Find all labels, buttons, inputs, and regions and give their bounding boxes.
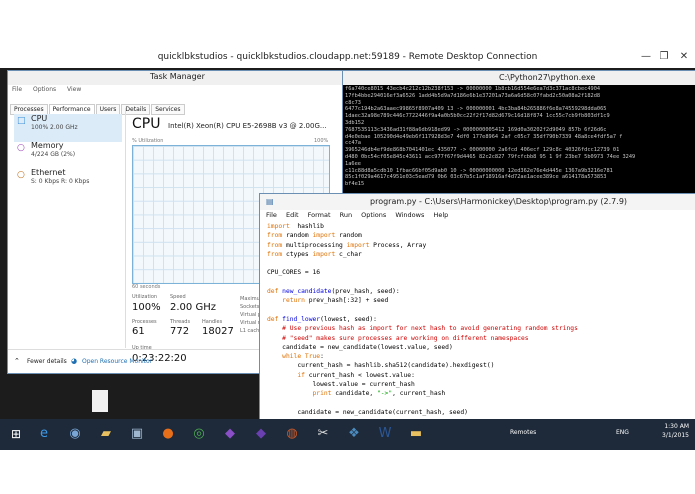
remotes-toolbar[interactable]: Remotes bbox=[510, 429, 536, 436]
menu-options[interactable]: Options bbox=[33, 86, 56, 93]
cpu-icon: □ bbox=[17, 116, 26, 126]
python-icon[interactable]: ❖ bbox=[342, 423, 366, 445]
idle-menu-file[interactable]: File bbox=[266, 211, 277, 219]
sidebar-item-memory[interactable]: ○ Memory 4/224 GB (2%) bbox=[14, 141, 122, 169]
explorer-icon[interactable]: ▰ bbox=[94, 423, 118, 445]
threads-label: Threads bbox=[170, 319, 191, 325]
sidebar-item-ethernet[interactable]: ○ Ethernet S: 0 Kbps R: 0 Kbps bbox=[14, 168, 122, 196]
network-icon[interactable]: ◉ bbox=[63, 423, 87, 445]
processes-value: 61 bbox=[132, 326, 145, 337]
idle-menu-windows[interactable]: Windows bbox=[395, 211, 424, 219]
memory-icon: ○ bbox=[17, 143, 25, 153]
clock-date: 3/1/2015 bbox=[662, 432, 689, 439]
word-icon[interactable]: W bbox=[373, 423, 397, 445]
ie-icon[interactable]: e bbox=[32, 423, 56, 445]
task-manager-title-bar: Task Manager bbox=[8, 71, 342, 85]
python-console-window: C:\Python27\python.exe f6a740ce8015 43ec… bbox=[342, 70, 695, 212]
idle-editor-window: ▤ program.py - C:\Users\Harmonickey\Desk… bbox=[259, 193, 695, 435]
menu-file[interactable]: File bbox=[12, 86, 22, 93]
speed-value: 2.00 GHz bbox=[170, 302, 216, 313]
task-manager-title: Task Manager bbox=[150, 72, 205, 81]
menu-view[interactable]: View bbox=[67, 86, 81, 93]
idle-menu: File Edit Format Run Options Windows Hel… bbox=[266, 211, 455, 219]
idle-menu-options[interactable]: Options bbox=[361, 211, 386, 219]
utilization-label: Utilization bbox=[132, 294, 158, 300]
clock[interactable]: 1:30 AM 3/1/2015 bbox=[662, 422, 689, 440]
task-manager-menu: File Options View bbox=[12, 86, 90, 93]
visual-studio-icon[interactable]: ◆ bbox=[218, 423, 242, 445]
firefox-icon[interactable]: ● bbox=[156, 423, 180, 445]
code-editor[interactable]: import hashlib from random import random… bbox=[267, 222, 578, 436]
python-icon: ▤ bbox=[266, 197, 274, 206]
resource-monitor-link[interactable]: Open Resource Monitor bbox=[82, 358, 152, 365]
task-manager-tabs: Processes Performance Users Details Services bbox=[10, 96, 186, 115]
minimize-button[interactable]: — bbox=[637, 51, 655, 62]
maximize-button[interactable]: ❐ bbox=[655, 51, 673, 62]
idle-menu-help[interactable]: Help bbox=[433, 211, 448, 219]
cpu-heading: CPU bbox=[132, 116, 161, 132]
console-output: f6a740ce8015 43ecb4c212c12b238f153 -> 00… bbox=[345, 86, 636, 188]
idle-title: program.py - C:\Users\Harmonickey\Deskto… bbox=[370, 197, 628, 206]
git-icon[interactable]: ◍ bbox=[280, 423, 304, 445]
snipping-icon[interactable]: ✂ bbox=[311, 423, 335, 445]
rdp-title: quicklbkstudios - quicklbkstudios.clouda… bbox=[157, 52, 538, 62]
graph-max: 100% bbox=[314, 138, 329, 144]
handles-value: 18027 bbox=[202, 326, 234, 337]
sidebar-item-cpu[interactable]: □ CPU 100% 2.00 GHz bbox=[14, 114, 122, 142]
resource-monitor-icon: ◕ bbox=[71, 357, 78, 365]
folder-icon[interactable]: ▬ bbox=[404, 423, 428, 445]
taskbar: ⊞ e ◉ ▰ ▣ ● ◎ ◆ ◆ ◍ ✂ ❖ W ▬ Remotes ENG 1:30 AM 3/1/… bbox=[0, 419, 695, 450]
processes-label: Processes bbox=[132, 319, 157, 325]
performance-sidebar: □ CPU 100% 2.00 GHz ○ Memory 4/224 GB (2… bbox=[8, 108, 126, 348]
eng-indicator[interactable]: ENG bbox=[616, 429, 629, 436]
idle-menu-run[interactable]: Run bbox=[340, 211, 352, 219]
idle-menu-format[interactable]: Format bbox=[308, 211, 331, 219]
ethernet-icon: ○ bbox=[17, 170, 25, 180]
idle-title-bar: ▤ program.py - C:\Users\Harmonickey\Desk… bbox=[260, 194, 695, 210]
fewer-details-link[interactable]: Fewer details bbox=[27, 358, 67, 365]
console-title-bar: C:\Python27\python.exe bbox=[343, 71, 695, 85]
remote-icon[interactable]: ▣ bbox=[125, 423, 149, 445]
sockets-label: Sockets: bbox=[240, 304, 262, 310]
visual-studio-2-icon[interactable]: ◆ bbox=[249, 423, 273, 445]
utilization-value: 100% bbox=[132, 302, 161, 313]
file-icon[interactable] bbox=[92, 390, 108, 412]
speed-label: Speed bbox=[170, 294, 186, 300]
graph-label: % Utilization bbox=[132, 138, 164, 144]
console-title: C:\Python27\python.exe bbox=[499, 73, 596, 82]
cpu-model: Intel(R) Xeon(R) CPU E5-2698B v3 @ 2.00G… bbox=[168, 122, 327, 130]
close-button[interactable]: ✕ bbox=[675, 51, 693, 62]
graph-time: 60 seconds bbox=[132, 284, 161, 290]
threads-value: 772 bbox=[170, 326, 190, 337]
clock-time: 1:30 AM bbox=[664, 423, 689, 430]
start-button[interactable]: ⊞ bbox=[4, 423, 28, 445]
idle-menu-edit[interactable]: Edit bbox=[286, 211, 299, 219]
chrome-icon[interactable]: ◎ bbox=[187, 423, 211, 445]
handles-label: Handles bbox=[202, 319, 223, 325]
collapse-icon[interactable]: ⌃ bbox=[14, 357, 20, 365]
